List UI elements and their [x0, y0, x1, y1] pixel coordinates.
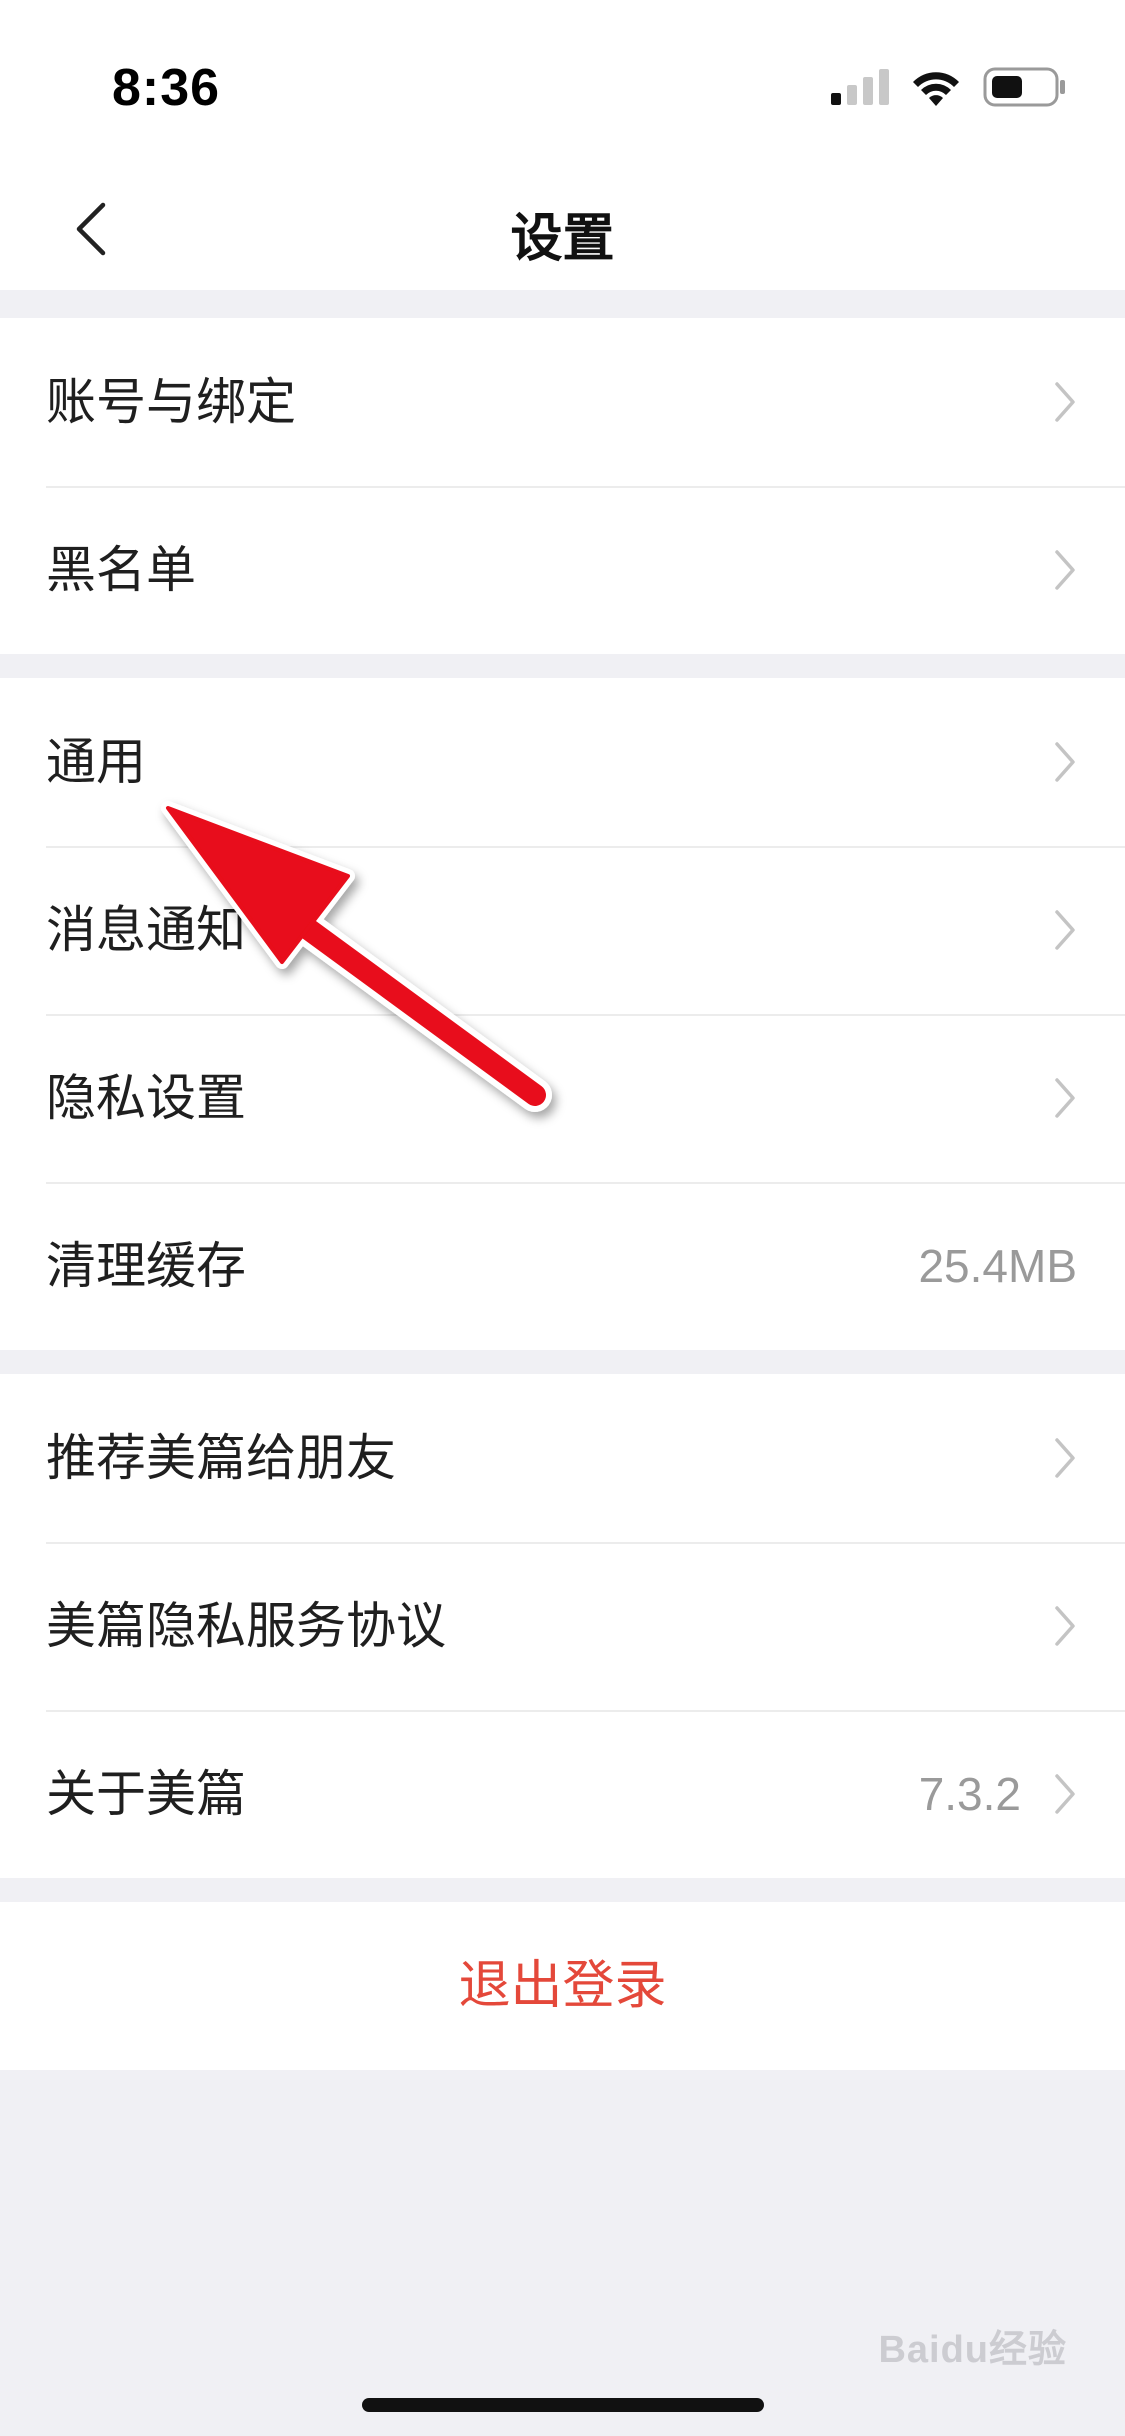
settings-row-account-binding[interactable]: 账号与绑定	[0, 318, 1125, 486]
settings-row-clear-cache[interactable]: 清理缓存 25.4MB	[0, 1182, 1125, 1350]
cache-size-value: 25.4MB	[918, 1240, 1077, 1292]
logout-button[interactable]: 退出登录	[0, 1902, 1125, 2070]
chevron-right-icon	[1055, 550, 1075, 590]
settings-row-notifications[interactable]: 消息通知	[0, 846, 1125, 1014]
chevron-right-icon	[1055, 910, 1075, 950]
row-label: 通用	[46, 733, 146, 791]
settings-row-general[interactable]: 通用	[0, 678, 1125, 846]
settings-group-account: 账号与绑定 黑名单	[0, 318, 1125, 654]
row-label: 清理缓存	[46, 1237, 246, 1295]
chevron-right-icon	[1055, 1078, 1075, 1118]
chevron-right-icon	[1055, 742, 1075, 782]
page-title: 设置	[510, 209, 615, 269]
status-time: 8:36	[112, 59, 221, 117]
settings-group-about: 推荐美篇给朋友 美篇隐私服务协议 关于美篇 7.3.2	[0, 1374, 1125, 1878]
cellular-signal-icon	[831, 69, 889, 105]
navigation-bar: 设置	[0, 170, 1125, 290]
chevron-right-icon	[1055, 382, 1075, 422]
settings-row-privacy-agreement[interactable]: 美篇隐私服务协议	[0, 1542, 1125, 1710]
row-label: 账号与绑定	[46, 373, 296, 431]
battery-icon	[983, 67, 1065, 107]
logout-label: 退出登录	[458, 1956, 667, 2016]
settings-group-general: 通用 消息通知 隐私设置 清理缓存 25.4MB	[0, 678, 1125, 1350]
wifi-icon	[913, 72, 959, 106]
status-bar: 8:36	[0, 0, 1125, 170]
settings-row-blacklist[interactable]: 黑名单	[0, 486, 1125, 654]
row-label: 隐私设置	[46, 1069, 246, 1127]
settings-row-about[interactable]: 关于美篇 7.3.2	[0, 1710, 1125, 1878]
settings-row-recommend[interactable]: 推荐美篇给朋友	[0, 1374, 1125, 1542]
home-indicator[interactable]	[362, 2398, 764, 2412]
app-version-value: 7.3.2	[918, 1768, 1021, 1820]
baidu-watermark: Baidu经验	[878, 2329, 1067, 2371]
row-label: 消息通知	[46, 901, 246, 959]
chevron-right-icon	[1055, 1606, 1075, 1646]
chevron-right-icon	[1055, 1774, 1075, 1814]
chevron-right-icon	[1055, 1438, 1075, 1478]
row-label: 关于美篇	[46, 1765, 246, 1823]
row-label: 美篇隐私服务协议	[46, 1597, 446, 1655]
settings-row-privacy[interactable]: 隐私设置	[0, 1014, 1125, 1182]
status-icons	[831, 62, 1067, 112]
row-label: 黑名单	[46, 541, 196, 599]
row-label: 推荐美篇给朋友	[46, 1429, 396, 1487]
